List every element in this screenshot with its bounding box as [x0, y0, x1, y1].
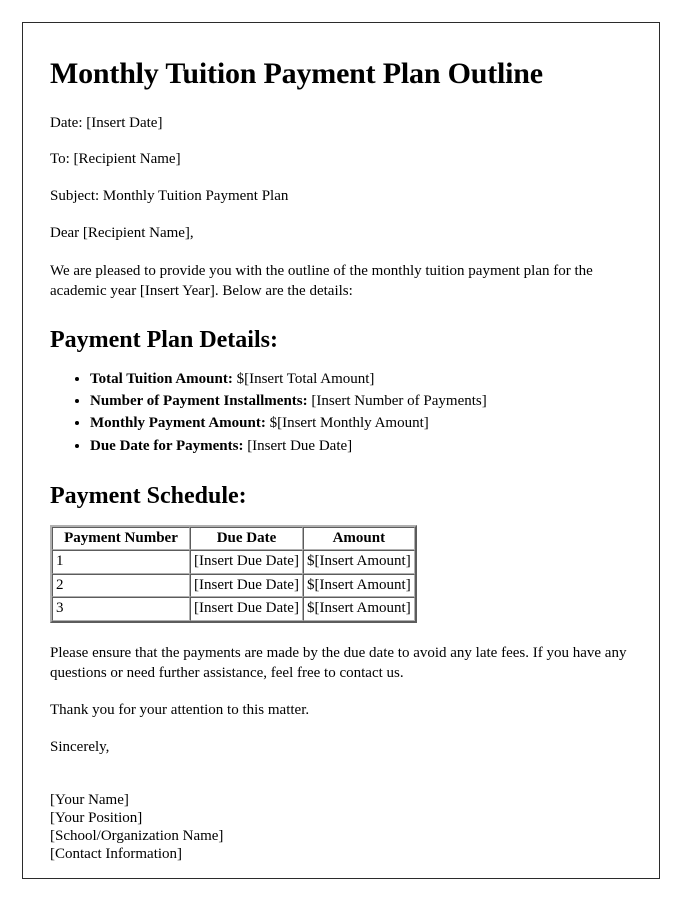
cell-due-date: [Insert Due Date]: [190, 573, 303, 598]
meta-line-subject: Subject: Monthly Tuition Payment Plan: [50, 188, 289, 205]
salutation: Dear [Recipient Name],: [50, 224, 194, 241]
table-row: 2 [Insert Due Date] $[Insert Amount]: [52, 573, 415, 598]
list-item: Due Date for Payments: [Insert Due Date]: [90, 436, 631, 457]
column-header-due-date: Due Date: [190, 526, 303, 551]
intro-paragraph: We are pleased to provide you with the o…: [50, 262, 593, 299]
closing-paragraph-instructions: Please ensure that the payments are made…: [50, 644, 627, 681]
cell-payment-number: 2: [52, 573, 190, 598]
signature-line-position: [Your Position]: [50, 809, 143, 826]
closing-salutation: Sincerely,: [50, 739, 110, 756]
table-header-row: Payment Number Due Date Amount: [52, 526, 415, 551]
meta-line-date: Date: [Insert Date]: [50, 114, 163, 131]
table-body: 1 [Insert Due Date] $[Insert Amount] 2 […: [52, 550, 415, 621]
meta-line-recipient: To: [Recipient Name]: [50, 151, 181, 168]
cell-payment-number: 3: [52, 597, 190, 621]
detail-value: $[Insert Monthly Amount]: [269, 415, 429, 432]
table-row: 3 [Insert Due Date] $[Insert Amount]: [52, 597, 415, 621]
payment-schedule-table: Payment Number Due Date Amount 1 [Insert…: [50, 524, 417, 623]
page-title: Monthly Tuition Payment Plan Outline: [50, 57, 543, 90]
column-header-amount: Amount: [302, 526, 415, 551]
payment-plan-details-list: Total Tuition Amount: $[Insert Total Amo…: [50, 369, 631, 457]
cell-amount: $[Insert Amount]: [302, 573, 415, 598]
list-item: Number of Payment Installments: [Insert …: [90, 391, 631, 412]
cell-amount: $[Insert Amount]: [302, 550, 415, 574]
document-page: Monthly Tuition Payment Plan Outline Dat…: [22, 22, 660, 879]
cell-payment-number: 1: [52, 550, 190, 574]
detail-label: Monthly Payment Amount:: [90, 415, 266, 432]
payment-schedule-heading: Payment Schedule:: [50, 482, 247, 509]
detail-label: Due Date for Payments:: [90, 437, 244, 454]
column-header-payment-number: Payment Number: [52, 526, 190, 551]
closing-paragraph-thanks: Thank you for your attention to this mat…: [50, 702, 310, 719]
detail-value: $[Insert Total Amount]: [236, 370, 375, 387]
signature-line-name: [Your Name]: [50, 791, 129, 808]
payment-plan-details-heading: Payment Plan Details:: [50, 327, 278, 354]
signature-line-organization: [School/Organization Name]: [50, 828, 224, 845]
signature-line-contact: [Contact Information]: [50, 846, 183, 863]
detail-label: Number of Payment Installments:: [90, 393, 308, 410]
document-body: Monthly Tuition Payment Plan Outline Dat…: [23, 23, 659, 864]
cell-amount: $[Insert Amount]: [302, 597, 415, 621]
detail-value: [Insert Due Date]: [247, 437, 353, 454]
detail-label: Total Tuition Amount:: [90, 370, 233, 387]
signature-spacer: [50, 775, 631, 791]
cell-due-date: [Insert Due Date]: [190, 597, 303, 621]
detail-value: [Insert Number of Payments]: [311, 393, 487, 410]
list-item: Monthly Payment Amount: $[Insert Monthly…: [90, 413, 631, 434]
table-header: Payment Number Due Date Amount: [52, 526, 415, 551]
table-row: 1 [Insert Due Date] $[Insert Amount]: [52, 550, 415, 574]
list-item: Total Tuition Amount: $[Insert Total Amo…: [90, 369, 631, 390]
cell-due-date: [Insert Due Date]: [190, 550, 303, 574]
signature-block: [Your Name] [Your Position] [School/Orga…: [50, 791, 631, 864]
